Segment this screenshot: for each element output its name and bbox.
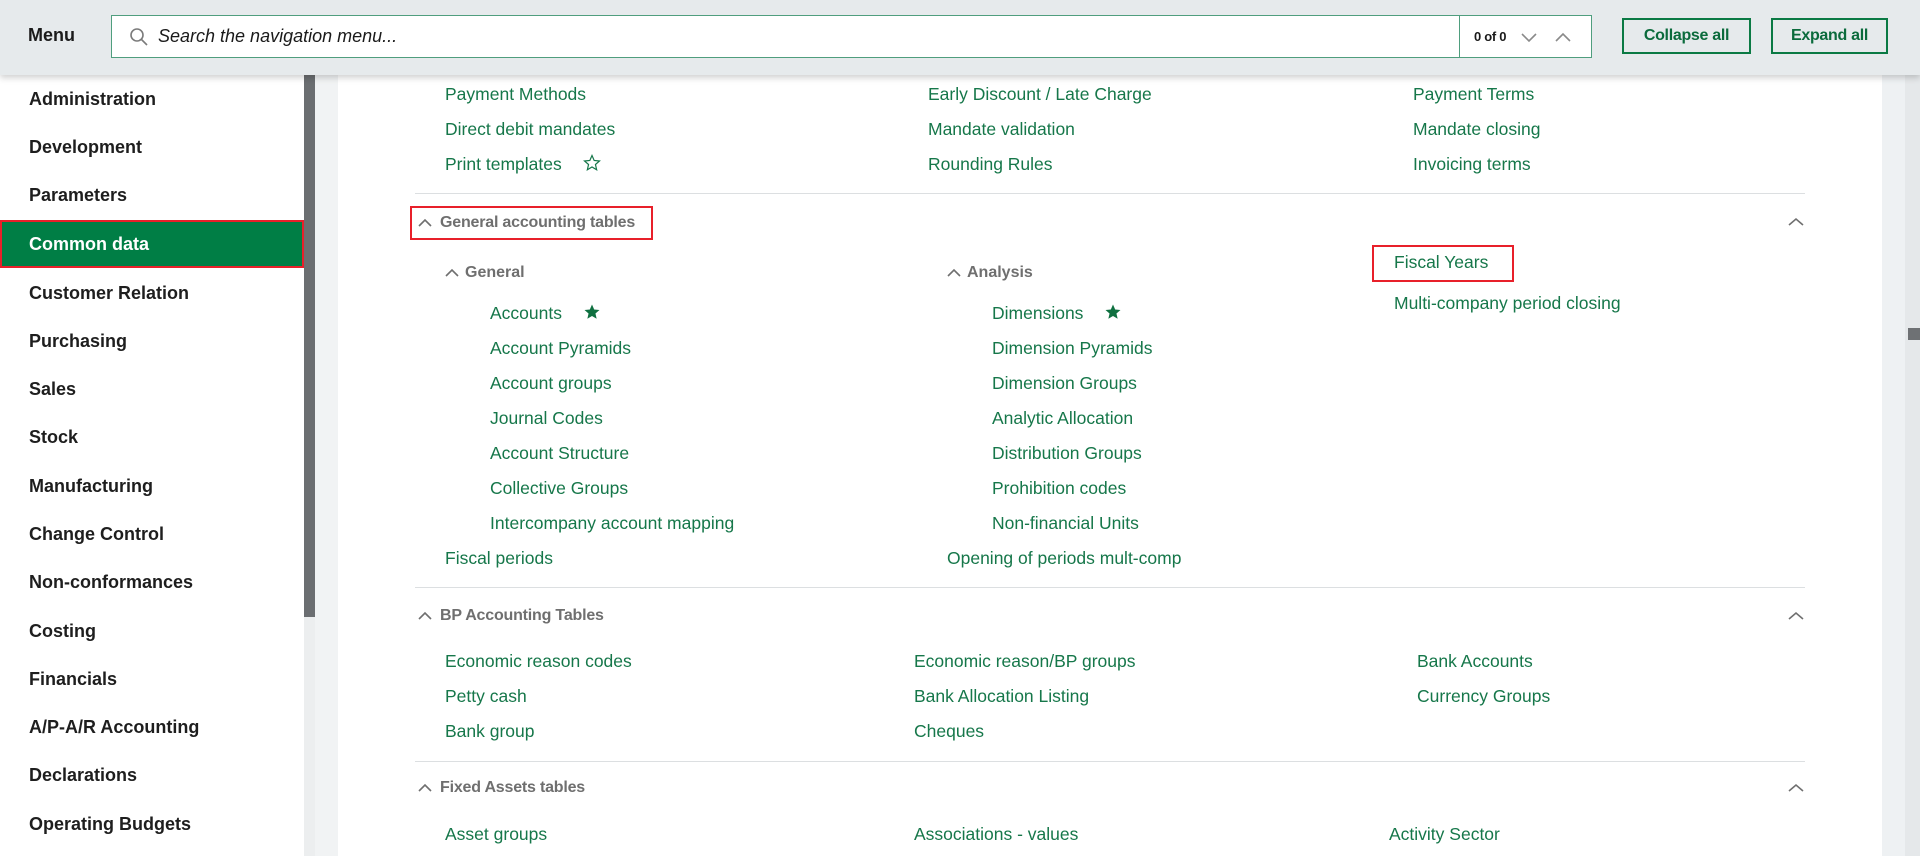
sidebar-item-common-data[interactable]: Common data xyxy=(0,220,304,268)
section-title: General accounting tables xyxy=(440,214,636,231)
link-print-templates[interactable]: Print templates xyxy=(445,154,601,177)
section-collapse-chevron-icon[interactable] xyxy=(1787,609,1805,623)
sidebar-item-costing[interactable]: Costing xyxy=(0,607,304,655)
link-activity-sector[interactable]: Activity Sector xyxy=(1389,824,1500,845)
search-box: 0 of 0 xyxy=(111,15,1592,58)
divider xyxy=(415,587,1805,588)
search-result-count: 0 of 0 xyxy=(1474,29,1507,44)
sidebar-item-declarations[interactable]: Declarations xyxy=(0,751,304,799)
link-bank-allocation-listing[interactable]: Bank Allocation Listing xyxy=(914,686,1089,707)
link-intercompany-account-mapping[interactable]: Intercompany account mapping xyxy=(490,513,734,534)
section-title: Fixed Assets tables xyxy=(440,779,586,796)
section-fixed-assets-tables[interactable]: Fixed Assets tables xyxy=(418,779,585,797)
sidebar-scrollbar[interactable] xyxy=(304,75,315,856)
link-petty-cash[interactable]: Petty cash xyxy=(445,686,527,707)
link-prohibition-codes[interactable]: Prohibition codes xyxy=(992,478,1126,499)
link-rounding-rules[interactable]: Rounding Rules xyxy=(928,154,1053,175)
link-account-structure[interactable]: Account Structure xyxy=(490,443,629,464)
link-early-discount-late-charge[interactable]: Early Discount / Late Charge xyxy=(928,84,1152,105)
chevron-up-icon xyxy=(418,218,432,227)
divider xyxy=(415,193,1805,194)
link-journal-codes[interactable]: Journal Codes xyxy=(490,408,603,429)
star-filled-icon[interactable] xyxy=(583,303,601,326)
sidebar-item-manufacturing[interactable]: Manufacturing xyxy=(0,462,304,510)
subsection-title: General xyxy=(465,264,525,281)
link-account-pyramids[interactable]: Account Pyramids xyxy=(490,338,631,359)
link-economic-reason-bp-groups[interactable]: Economic reason/BP groups xyxy=(914,651,1135,672)
sidebar-item-change-control[interactable]: Change Control xyxy=(0,510,304,558)
subsection-title: Analysis xyxy=(967,264,1033,281)
link-accounts[interactable]: Accounts xyxy=(490,303,601,326)
sidebar-item-purchasing[interactable]: Purchasing xyxy=(0,317,304,365)
subsection-analysis[interactable]: Analysis xyxy=(947,264,1033,282)
link-multi-company-period-closing[interactable]: Multi-company period closing xyxy=(1394,293,1621,314)
link-asset-groups[interactable]: Asset groups xyxy=(445,824,547,845)
link-associations-values[interactable]: Associations - values xyxy=(914,824,1078,845)
collapse-all-button[interactable]: Collapse all xyxy=(1622,18,1751,54)
sidebar-item-customer-relation[interactable]: Customer Relation xyxy=(0,269,304,317)
link-account-groups[interactable]: Account groups xyxy=(490,373,612,394)
link-invoicing-terms[interactable]: Invoicing terms xyxy=(1413,154,1531,175)
sidebar-item-parameters[interactable]: Parameters xyxy=(0,171,304,219)
sidebar-item-ap-ar-accounting[interactable]: A/P-A/R Accounting xyxy=(0,703,304,751)
divider xyxy=(415,761,1805,762)
star-outline-icon[interactable] xyxy=(582,154,601,177)
sidebar-item-non-conformances[interactable]: Non-conformances xyxy=(0,558,304,606)
link-print-templates-label: Print templates xyxy=(445,154,562,174)
link-direct-debit-mandates[interactable]: Direct debit mandates xyxy=(445,119,615,140)
link-economic-reason-codes[interactable]: Economic reason codes xyxy=(445,651,632,672)
link-collective-groups[interactable]: Collective Groups xyxy=(490,478,628,499)
sidebar-item-administration[interactable]: Administration xyxy=(0,75,304,123)
chevron-up-icon xyxy=(445,268,459,277)
chevron-up-icon xyxy=(418,611,432,620)
chevron-up-icon xyxy=(418,783,432,792)
link-mandate-closing[interactable]: Mandate closing xyxy=(1413,119,1540,140)
search-input[interactable] xyxy=(158,16,1459,57)
sidebar-item-operating-budgets[interactable]: Operating Budgets xyxy=(0,800,304,848)
link-cheques[interactable]: Cheques xyxy=(914,721,984,742)
link-distribution-groups[interactable]: Distribution Groups xyxy=(992,443,1142,464)
link-accounts-label: Accounts xyxy=(490,303,562,323)
page-scrollbar-thumb[interactable] xyxy=(1908,328,1920,340)
link-non-financial-units[interactable]: Non-financial Units xyxy=(992,513,1139,534)
gutter xyxy=(315,75,338,856)
sidebar-item-sales[interactable]: Sales xyxy=(0,365,304,413)
section-general-accounting-tables[interactable]: General accounting tables xyxy=(410,206,654,240)
chevron-down-icon[interactable] xyxy=(1518,26,1540,48)
search-navigation: 0 of 0 xyxy=(1459,16,1591,57)
section-collapse-chevron-icon[interactable] xyxy=(1787,215,1805,229)
sidebar-item-development[interactable]: Development xyxy=(0,123,304,171)
section-bp-accounting-tables[interactable]: BP Accounting Tables xyxy=(418,607,604,625)
sidebar-item-financials[interactable]: Financials xyxy=(0,655,304,703)
section-title: BP Accounting Tables xyxy=(440,607,604,624)
sidebar: Administration Development Parameters Co… xyxy=(0,75,304,856)
link-dimension-pyramids[interactable]: Dimension Pyramids xyxy=(992,338,1152,359)
link-analytic-allocation[interactable]: Analytic Allocation xyxy=(992,408,1133,429)
menu-title: Menu xyxy=(28,25,75,45)
subsection-general[interactable]: General xyxy=(445,264,525,282)
link-payment-terms[interactable]: Payment Terms xyxy=(1413,84,1534,105)
link-bank-accounts[interactable]: Bank Accounts xyxy=(1417,651,1533,672)
link-bank-group[interactable]: Bank group xyxy=(445,721,535,742)
link-payment-methods[interactable]: Payment Methods xyxy=(445,84,586,105)
link-dimensions[interactable]: Dimensions xyxy=(992,303,1122,326)
link-dimensions-label: Dimensions xyxy=(992,303,1084,323)
link-currency-groups[interactable]: Currency Groups xyxy=(1417,686,1550,707)
star-filled-icon[interactable] xyxy=(1104,303,1122,326)
section-collapse-chevron-icon[interactable] xyxy=(1787,781,1805,795)
top-bar: Menu 0 of 0 Collapse all Expand all xyxy=(0,0,1920,75)
link-fiscal-periods[interactable]: Fiscal periods xyxy=(445,548,553,569)
sidebar-scrollbar-thumb[interactable] xyxy=(304,75,315,617)
chevron-up-icon xyxy=(947,268,961,277)
link-dimension-groups[interactable]: Dimension Groups xyxy=(992,373,1137,394)
search-icon xyxy=(120,15,158,58)
link-mandate-validation[interactable]: Mandate validation xyxy=(928,119,1075,140)
page-scrollbar[interactable] xyxy=(1905,75,1920,856)
link-fiscal-years[interactable]: Fiscal Years xyxy=(1372,245,1515,282)
sidebar-item-stock[interactable]: Stock xyxy=(0,413,304,461)
expand-all-button[interactable]: Expand all xyxy=(1771,18,1888,54)
link-opening-of-periods-mult-comp[interactable]: Opening of periods mult-comp xyxy=(947,548,1181,569)
chevron-up-icon[interactable] xyxy=(1552,26,1574,48)
